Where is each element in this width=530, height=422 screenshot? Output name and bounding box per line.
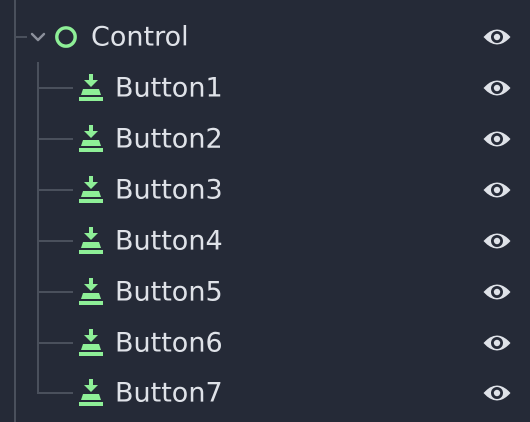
tree-item-button4[interactable]: Button4 [0,219,530,263]
tree-item-control[interactable]: Control [0,15,530,59]
tree-item-label: Control [91,21,189,53]
tree-item-label: Button7 [115,377,223,409]
eye-icon[interactable] [481,176,513,204]
control-node-icon [55,26,77,48]
eye-icon[interactable] [481,379,513,407]
tree-item-label: Button5 [115,276,223,308]
tree-item-button6[interactable]: Button6 [0,321,530,365]
button-node-icon [79,329,103,356]
tree-item-label: Button2 [115,123,223,155]
button-node-icon [79,125,103,152]
eye-icon[interactable] [481,278,513,306]
button-node-icon [79,379,103,406]
eye-icon[interactable] [481,227,513,255]
tree-item-label: Button3 [115,174,223,206]
chevron-down-icon[interactable] [27,26,49,48]
eye-icon[interactable] [481,74,513,102]
eye-icon[interactable] [481,329,513,357]
button-node-icon [79,278,103,305]
tree-item-label: Button4 [115,225,223,257]
tree-item-button1[interactable]: Button1 [0,66,530,110]
button-node-icon [79,176,103,203]
button-node-icon [79,227,103,254]
tree-item-button2[interactable]: Button2 [0,117,530,161]
tree-item-button3[interactable]: Button3 [0,168,530,212]
tree-item-button7[interactable]: Button7 [0,371,530,415]
tree-item-label: Button6 [115,327,223,359]
eye-icon[interactable] [481,125,513,153]
scene-tree: Control Button1 Button2 Button3 Button4 … [0,0,530,422]
tree-item-label: Button1 [115,72,223,104]
tree-item-button5[interactable]: Button5 [0,270,530,314]
button-node-icon [79,74,103,101]
eye-icon[interactable] [481,23,513,51]
